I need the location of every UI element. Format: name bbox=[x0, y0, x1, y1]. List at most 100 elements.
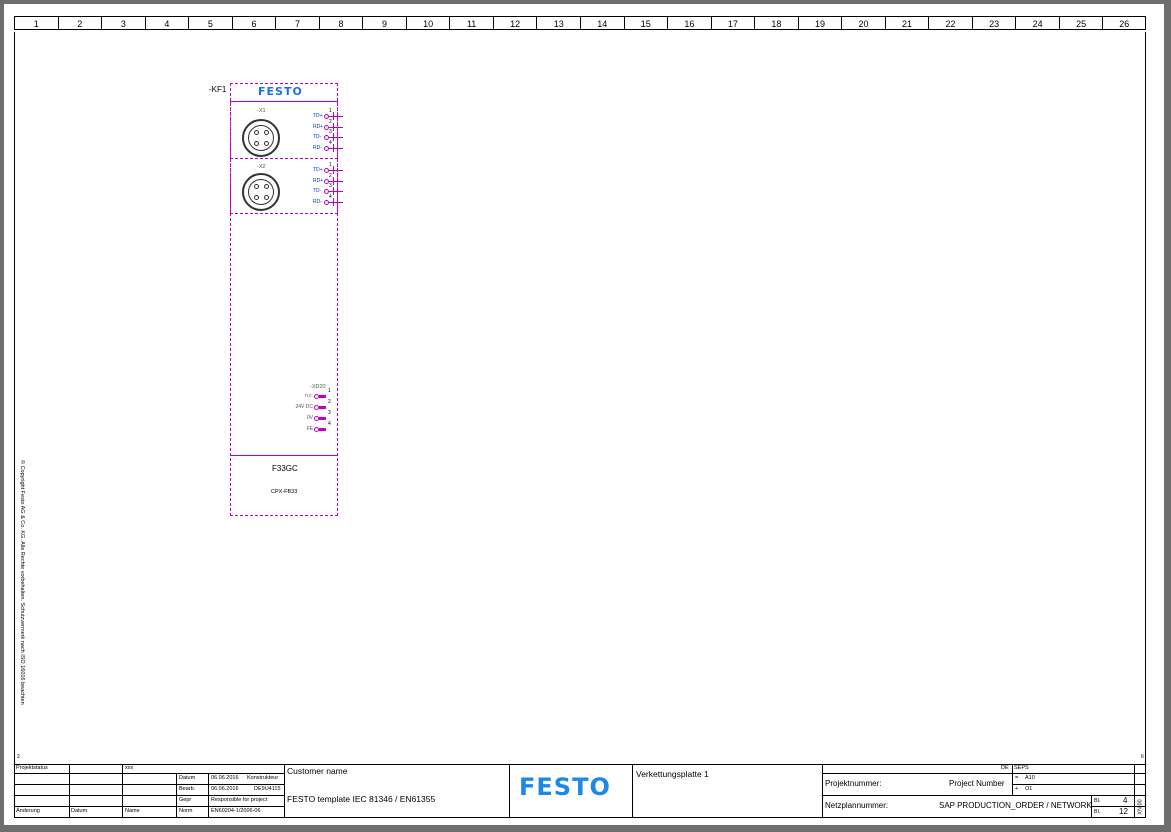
x1-terminal-tick bbox=[333, 112, 334, 120]
x1-terminal-wire bbox=[329, 147, 343, 149]
xd-pin-number: 1 bbox=[328, 388, 331, 394]
grid-column-3: 3 bbox=[101, 16, 145, 30]
x2-terminal-wire bbox=[329, 170, 343, 171]
projektstatus-label: Projektstatus bbox=[16, 765, 48, 771]
revision-code: 00 NX bbox=[1135, 799, 1142, 815]
x2-terminal-wire bbox=[329, 180, 343, 182]
norm-value: EN60204-1/2006-06 bbox=[211, 808, 261, 814]
plus-sign: + bbox=[1015, 786, 1019, 792]
xd-signal-label: 0V bbox=[306, 415, 313, 421]
x2-pin-number: 4 bbox=[329, 193, 332, 200]
x1-terminal-wire bbox=[329, 116, 343, 117]
bearb-value: 06.06.2016 bbox=[211, 786, 239, 792]
x2-pin-number: 1 bbox=[329, 162, 332, 168]
name-label: Name bbox=[125, 808, 140, 814]
grid-column-7: 7 bbox=[275, 16, 319, 30]
grid-column-4: 4 bbox=[144, 16, 189, 30]
grid-column-11: 11 bbox=[449, 16, 493, 30]
projektnummer-label: Projektnummer: bbox=[825, 779, 882, 788]
norm-label: Norm bbox=[179, 808, 193, 814]
x2-pin-number: 3 bbox=[329, 183, 332, 189]
xd-pin-number: 3 bbox=[328, 410, 331, 416]
grid-column-1: 1 bbox=[14, 16, 58, 30]
grid-column-19: 19 bbox=[797, 16, 842, 30]
x1-signal-label: TD- bbox=[313, 134, 322, 140]
xd20-label: -XD20 bbox=[310, 384, 326, 390]
grid-column-20: 20 bbox=[841, 16, 885, 30]
x1-signal-label: RD- bbox=[313, 144, 322, 151]
name-divider bbox=[230, 455, 338, 456]
x1-pin-number: 1 bbox=[329, 108, 332, 114]
xd-terminal-wire bbox=[319, 406, 326, 409]
grid-column-13: 13 bbox=[536, 16, 580, 30]
template-name: FESTO template IEC 81346 / EN61355 bbox=[287, 794, 436, 804]
x2-signal-label: RD+ bbox=[313, 177, 324, 184]
seps-label: SEPS bbox=[1014, 765, 1029, 771]
device-festo-logo: FESTO bbox=[258, 85, 303, 98]
xd-signal-label: n.c. bbox=[304, 393, 313, 399]
sheet-number: 4 bbox=[1123, 796, 1128, 805]
copyright-note: © Copyright Festo AG & Co. KG. Alle Rech… bbox=[15, 460, 25, 734]
grid-column-8: 8 bbox=[318, 16, 363, 30]
device-name: F33GC bbox=[272, 464, 298, 473]
aenderung-label: Änderung bbox=[16, 808, 40, 814]
x2-signal-label: TD- bbox=[313, 188, 322, 194]
gepr-label: Gepr bbox=[179, 797, 192, 803]
x2-terminal-tick bbox=[333, 197, 334, 206]
x1-terminal-tick bbox=[333, 122, 334, 131]
grid-column-26: 26 bbox=[1102, 16, 1146, 30]
grid-column-6: 6 bbox=[231, 16, 276, 30]
xd-terminal-wire bbox=[319, 395, 326, 398]
datum-value: 06.06.2016 bbox=[211, 775, 239, 781]
festo-logo: FESTO bbox=[519, 773, 611, 801]
x1-pin-number: 4 bbox=[329, 139, 332, 146]
bearb-user: DE9U4115 bbox=[254, 786, 281, 792]
x2-terminal-tick bbox=[333, 166, 334, 174]
sheet-count: 12 bbox=[1119, 807, 1128, 816]
x1-signal-label: RD+ bbox=[313, 123, 324, 130]
x2-terminal-tick bbox=[333, 176, 334, 185]
bearb-label: Bearb. bbox=[179, 786, 196, 792]
datum2-label: Datum bbox=[71, 808, 88, 814]
x1-pin-number: 2 bbox=[329, 118, 332, 125]
xd-signal-label: 24V DC bbox=[295, 404, 313, 410]
sheet-title: Verkettungsplatte 1 bbox=[636, 769, 709, 779]
column-grid-header: 1 2 3 4 5 6 7 8 9 10 11 12 13 14 15 16 17 18 19 20 21 22 23 24 2… bbox=[14, 16, 1146, 32]
grid-column-18: 18 bbox=[754, 16, 798, 30]
x1-label: -X1 bbox=[257, 108, 266, 114]
x2-signal-label: RD- bbox=[313, 198, 322, 205]
corner-number-right: 6 bbox=[1141, 754, 1144, 760]
xd-terminal-wire bbox=[319, 428, 326, 431]
x1-terminal-tick bbox=[333, 133, 334, 141]
customer-name: Customer name bbox=[287, 766, 348, 776]
eq-sign: = bbox=[1015, 775, 1019, 781]
projektnummer-value: Project Number bbox=[949, 779, 1005, 788]
x1-terminal-wire bbox=[329, 126, 343, 128]
x1-connector-icon[interactable] bbox=[242, 119, 280, 157]
grid-column-21: 21 bbox=[884, 16, 929, 30]
netzplan-value: SAP PRODUCTION_ORDER / NETWORK bbox=[939, 801, 1092, 810]
xd-signal-label: FE bbox=[306, 426, 313, 432]
x2-terminal-wire bbox=[329, 191, 343, 192]
grid-column-14: 14 bbox=[580, 16, 624, 30]
drawing-sheet: 1 2 3 4 5 6 7 8 9 10 11 12 13 14 15 16 17 18 19 20 21 22 23 24 2… bbox=[4, 4, 1164, 825]
x2-label: -X2 bbox=[257, 164, 266, 170]
grid-column-2: 2 bbox=[57, 16, 102, 30]
grid-column-16: 16 bbox=[667, 16, 711, 30]
projektstatus-value: xxx bbox=[125, 765, 134, 771]
copyright-text: © Copyright Festo AG & Co. KG. Alle Rech… bbox=[19, 460, 25, 705]
grid-column-9: 9 bbox=[362, 16, 406, 30]
grid-column-5: 5 bbox=[188, 16, 232, 30]
x1-signal-label: TD+ bbox=[313, 113, 323, 119]
plant-a10: A10 bbox=[1025, 775, 1035, 781]
grid-column-24: 24 bbox=[1015, 16, 1059, 30]
xd-pin-number: 2 bbox=[328, 399, 331, 405]
x1-terminal-wire bbox=[329, 137, 343, 138]
drawing-frame bbox=[14, 32, 1146, 818]
x2-terminal-wire bbox=[329, 201, 343, 203]
grid-column-22: 22 bbox=[928, 16, 972, 30]
x2-connector-icon[interactable] bbox=[242, 173, 280, 211]
x2-terminal-tick bbox=[333, 187, 334, 195]
device-type: CPX-FB33 bbox=[271, 489, 298, 495]
gepr-value: Responsible for project bbox=[211, 797, 268, 803]
